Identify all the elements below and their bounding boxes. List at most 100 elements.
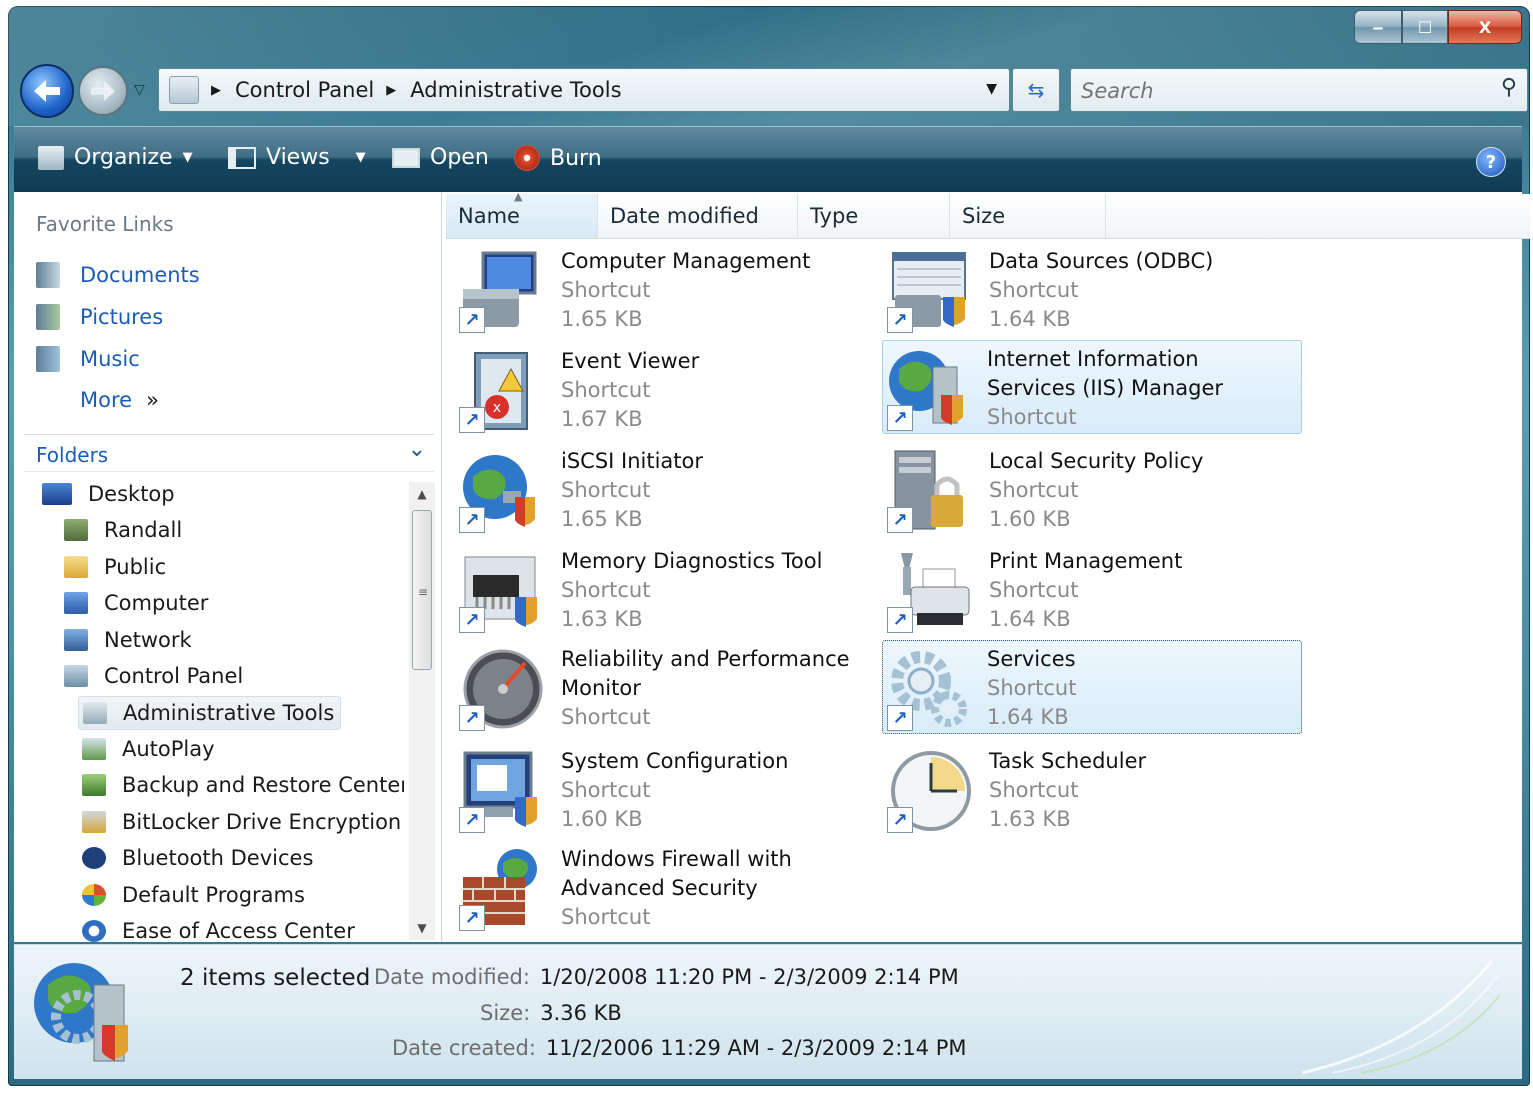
column-header-date-modified[interactable]: Date modified	[598, 194, 798, 238]
tree-item-default-programs[interactable]: Default Programs	[82, 879, 305, 911]
close-button[interactable]: X	[1448, 10, 1522, 44]
selection-thumbnail-icon	[28, 955, 138, 1071]
file-item-selected[interactable]: ↗ Internet Information Services (IIS) Ma…	[882, 340, 1302, 434]
tree-item-autoplay[interactable]: AutoPlay	[82, 733, 215, 765]
burn-disc-icon	[514, 145, 540, 171]
minimize-button[interactable]: ‒	[1354, 10, 1402, 44]
column-header-size[interactable]: Size	[950, 194, 1106, 238]
shortcut-arrow-icon: ↗	[459, 607, 485, 633]
file-item[interactable]: ↗ Reliability and Performance Monitor Sho…	[446, 640, 866, 734]
column-header-type[interactable]: Type	[798, 194, 950, 238]
bluetooth-icon	[82, 847, 106, 869]
forward-button[interactable]	[78, 66, 128, 116]
help-button[interactable]: ?	[1476, 147, 1506, 177]
tree-item-backup-restore[interactable]: Backup and Restore Center	[82, 769, 404, 801]
breadcrumb-administrative-tools[interactable]: Administrative Tools	[410, 78, 621, 102]
search-icon[interactable]: ⚲	[1501, 75, 1517, 100]
tree-item-public[interactable]: Public	[64, 551, 166, 583]
tree-item-bitlocker[interactable]: BitLocker Drive Encryption	[82, 806, 401, 838]
scroll-up-icon[interactable]: ▲	[409, 482, 435, 506]
open-icon	[392, 147, 420, 168]
detail-value: 3.36 KB	[540, 1001, 622, 1025]
folders-header[interactable]: Folders ⌄	[24, 434, 434, 472]
search-input[interactable]	[1079, 75, 1483, 107]
default-programs-icon	[82, 884, 106, 906]
views-button[interactable]: Views ▼	[228, 145, 366, 170]
organize-button[interactable]: Organize ▼	[38, 145, 193, 170]
recent-pages-dropdown[interactable]: ▽	[134, 82, 145, 98]
shortcut-arrow-icon: ↗	[887, 705, 913, 731]
file-item[interactable]: ↗ System Configuration Shortcut 1.60 KB	[446, 742, 866, 836]
views-label: Views	[266, 145, 330, 170]
documents-icon	[36, 262, 60, 288]
breadcrumb-separator[interactable]: ▶	[211, 83, 221, 98]
navigation-pane: Favorite Links Documents Pictures Music …	[14, 192, 442, 942]
computer-icon	[64, 592, 88, 614]
breadcrumb-control-panel[interactable]: Control Panel	[235, 78, 374, 102]
back-button[interactable]	[20, 64, 74, 118]
tree-item-ease-of-access[interactable]: Ease of Access Center	[82, 915, 355, 942]
minimize-glyph: ‒	[1372, 17, 1384, 37]
tree-item-administrative-tools[interactable]: Administrative Tools	[78, 696, 342, 730]
file-item[interactable]: ↗ Task Scheduler Shortcut 1.63 KB	[874, 742, 1294, 836]
autoplay-icon	[82, 738, 106, 760]
address-bar[interactable]: ▶ Control Panel ▶ Administrative Tools ▼	[158, 68, 1010, 112]
decorative-swoosh	[1302, 960, 1501, 1075]
favorite-link-more[interactable]: More »	[80, 388, 159, 412]
detail-date-created: Date created: 11/2/2006 11:29 AM - 2/3/2…	[392, 1036, 967, 1060]
tree-item-label: Ease of Access Center	[122, 919, 355, 942]
burn-button[interactable]: Burn	[514, 145, 602, 171]
file-item[interactable]: ↗ iSCSI Initiator Shortcut 1.65 KB	[446, 442, 866, 536]
folder-icon	[64, 556, 88, 578]
shortcut-arrow-icon: ↗	[459, 507, 485, 533]
open-button[interactable]: Open	[392, 145, 489, 170]
shortcut-arrow-icon: ↗	[459, 807, 485, 833]
tree-item-control-panel[interactable]: Control Panel	[64, 660, 243, 692]
odbc-icon: ↗	[887, 249, 971, 333]
tree-item-label: Default Programs	[122, 883, 305, 907]
favorite-link-documents[interactable]: Documents	[36, 262, 200, 288]
breadcrumb-separator[interactable]: ▶	[386, 83, 396, 98]
file-item[interactable]: ↗ Local Security Policy Shortcut 1.60 KB	[874, 442, 1294, 536]
tree-item-computer[interactable]: Computer	[64, 587, 208, 619]
close-glyph: X	[1478, 17, 1492, 37]
file-item[interactable]: x ↗ Event Viewer Shortcut 1.67 KB	[446, 342, 866, 436]
item-size: 1.60 KB	[989, 507, 1071, 531]
folder-tree: Desktop Randall Public Computer Network …	[14, 474, 404, 942]
file-item[interactable]: ↗ Memory Diagnostics Tool Shortcut 1.63 KB	[446, 542, 866, 636]
computer-management-icon: ↗	[459, 249, 543, 333]
item-size: 1.63 KB	[989, 807, 1071, 831]
file-item-selected[interactable]: ↗ Services Shortcut 1.64 KB	[882, 640, 1302, 734]
favorite-link-pictures[interactable]: Pictures	[36, 304, 163, 330]
file-item[interactable]: ↗ Computer Management Shortcut 1.65 KB	[446, 242, 866, 336]
scrollbar-thumb[interactable]: ≡	[412, 510, 432, 670]
tree-item-desktop[interactable]: Desktop	[42, 478, 175, 510]
item-type: Shortcut	[987, 405, 1077, 429]
address-dropdown-icon[interactable]: ▼	[986, 81, 997, 97]
column-header-name[interactable]: ▲ Name	[446, 190, 598, 238]
favorite-link-music[interactable]: Music	[36, 346, 140, 372]
file-item[interactable]: ↗ Windows Firewall with Advanced Securit…	[446, 840, 866, 934]
detail-value: 1/20/2008 11:20 PM - 2/3/2009 2:14 PM	[539, 965, 959, 989]
tree-item-label: Bluetooth Devices	[122, 846, 314, 870]
search-box[interactable]: ⚲	[1070, 68, 1528, 112]
maximize-button[interactable]: ☐	[1402, 10, 1448, 44]
item-name: Task Scheduler	[989, 749, 1147, 773]
tree-item-network[interactable]: Network	[64, 624, 192, 656]
folder-tree-scrollbar[interactable]: ▲ ≡ ▼	[409, 482, 435, 940]
item-name: Print Management	[989, 549, 1183, 573]
user-folder-icon	[64, 519, 88, 541]
file-item[interactable]: ↗ Print Management Shortcut 1.64 KB	[874, 542, 1294, 636]
shortcut-arrow-icon: ↗	[887, 507, 913, 533]
tree-item-bluetooth[interactable]: Bluetooth Devices	[82, 842, 313, 874]
refresh-button[interactable]: ⇆	[1012, 68, 1060, 112]
item-size: 1.60 KB	[561, 807, 643, 831]
iis-icon: ↗	[887, 347, 971, 431]
scroll-down-icon[interactable]: ▼	[409, 916, 435, 940]
tree-item-randall[interactable]: Randall	[64, 514, 182, 546]
item-name: Local Security Policy	[989, 449, 1204, 473]
chevron-down-icon[interactable]: ⌄	[408, 437, 426, 462]
file-item[interactable]: ↗ Data Sources (ODBC) Shortcut 1.64 KB	[874, 242, 1294, 336]
organize-icon	[38, 145, 64, 170]
double-chevron-icon: »	[146, 388, 159, 412]
